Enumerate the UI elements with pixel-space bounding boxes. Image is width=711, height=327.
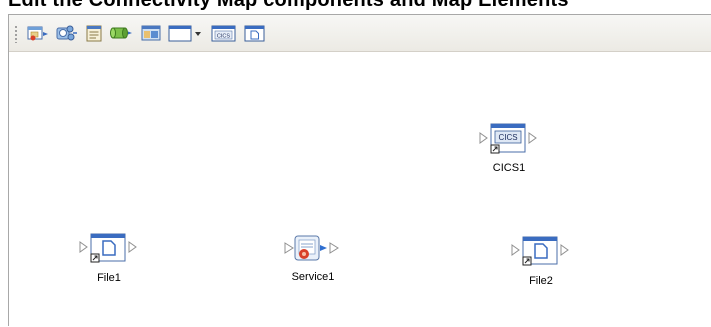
cics-external-node-icon: CICS bbox=[479, 123, 537, 154]
service1-label: Service1 bbox=[291, 271, 335, 283]
file2-label: File2 bbox=[529, 275, 553, 287]
file1-label: File1 bbox=[97, 272, 121, 284]
cics-icon: CICS bbox=[211, 25, 236, 42]
page-title: Edit the Connectivity Map components and… bbox=[8, 0, 569, 11]
service1-node[interactable]: Service1 bbox=[281, 232, 345, 283]
add-collaboration-button[interactable] bbox=[140, 22, 162, 44]
connectivity-map-editor: CICS CICS CICS1 File1 Service1 File2 bbox=[8, 14, 711, 327]
service-node-icon bbox=[284, 235, 339, 261]
add-cics-button[interactable]: CICS bbox=[210, 22, 238, 44]
cics-icon-text: CICS bbox=[217, 33, 230, 39]
add-file-external-button[interactable] bbox=[243, 22, 267, 44]
web-service-icon bbox=[86, 25, 102, 42]
add-service-button[interactable] bbox=[54, 22, 78, 44]
add-web-service-button[interactable] bbox=[83, 22, 105, 44]
queue-icon bbox=[110, 27, 132, 39]
toolbar-grip[interactable] bbox=[14, 25, 18, 43]
file1-node[interactable]: File1 bbox=[77, 229, 141, 284]
cics1-label: CICS1 bbox=[492, 162, 526, 174]
add-file-button[interactable] bbox=[26, 22, 50, 44]
file-component-icon bbox=[27, 26, 48, 41]
title-fragment: Edit the Connectivity Map components and… bbox=[0, 0, 711, 14]
add-queue-button[interactable] bbox=[109, 22, 133, 44]
connectivity-map-canvas[interactable]: CICS CICS1 File1 Service1 File2 bbox=[9, 52, 711, 327]
file-icon bbox=[244, 25, 265, 42]
file2-node[interactable]: File2 bbox=[509, 232, 573, 287]
collaboration-icon bbox=[141, 25, 161, 41]
add-external-application-dropdown[interactable] bbox=[167, 22, 203, 44]
file-external-node-icon bbox=[79, 233, 137, 263]
external-application-dropdown-icon bbox=[168, 25, 201, 42]
cics1-node[interactable]: CICS CICS1 bbox=[473, 119, 545, 174]
file-external-node-icon bbox=[511, 236, 569, 266]
service-component-icon bbox=[56, 25, 77, 41]
editor-toolbar: CICS bbox=[9, 15, 711, 52]
cics-node-icon-text: CICS bbox=[498, 133, 517, 142]
